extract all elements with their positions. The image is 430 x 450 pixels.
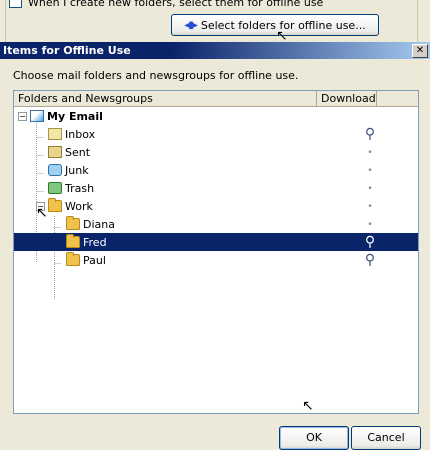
email-account-icon <box>30 110 44 122</box>
download-dot-icon[interactable]: • <box>360 215 380 233</box>
tree-row-diana[interactable]: Diana • <box>14 215 418 233</box>
tree-header: Folders and Newsgroups Download <box>14 91 418 107</box>
mouse-cursor-icon: ↖ <box>36 205 48 221</box>
trash-icon <box>48 182 62 194</box>
tree-row-trash[interactable]: Trash • <box>14 179 418 197</box>
tree-item-label: Junk <box>65 163 89 177</box>
download-pin-icon[interactable]: ⚲ <box>360 251 380 269</box>
tree-row-work[interactable]: − Work • <box>14 197 418 215</box>
sent-icon <box>48 146 62 158</box>
download-pin-icon[interactable]: ⚲ <box>360 125 380 143</box>
download-dot-icon[interactable]: • <box>360 143 380 161</box>
tree-item-label: Fred <box>83 235 107 249</box>
mouse-cursor-icon: ↖ <box>276 28 288 44</box>
mouse-cursor-icon: ↖ <box>302 398 314 414</box>
tree-node: Paul <box>54 251 106 269</box>
tree-node: Sent <box>36 143 90 161</box>
tree-node: Fred <box>54 233 107 251</box>
collapse-toggle-icon[interactable]: − <box>18 111 27 121</box>
folders-tree[interactable]: Folders and Newsgroups Download − My Emai… <box>13 90 419 414</box>
download-dot-icon[interactable]: • <box>360 179 380 197</box>
tree-node: Junk <box>36 161 89 179</box>
dialog-description: Choose mail folders and newsgroups for o… <box>13 69 299 82</box>
inbox-icon <box>48 128 62 140</box>
tree-node: − My Email <box>18 107 103 125</box>
tree-node: Inbox <box>36 125 95 143</box>
dialog-title: Items for Offline Use <box>3 44 131 57</box>
column-header-folders[interactable]: Folders and Newsgroups <box>14 91 317 106</box>
parent-dialog: When I create new folders, select them f… <box>0 0 430 42</box>
tree-row-sent[interactable]: Sent • <box>14 143 418 161</box>
ok-button[interactable]: OK <box>279 426 349 450</box>
tree-item-label: My Email <box>47 109 103 123</box>
new-folders-offline-checkbox[interactable] <box>9 0 22 8</box>
column-header-download[interactable]: Download <box>317 91 377 106</box>
dialog-titlebar[interactable]: Items for Offline Use ✕ <box>0 42 430 59</box>
tree-row-paul[interactable]: Paul ⚲ <box>14 251 418 269</box>
folder-icon <box>66 252 80 266</box>
tree-item-label: Paul <box>83 253 106 267</box>
folder-icon <box>66 234 80 248</box>
tree-item-label: Diana <box>83 217 115 231</box>
close-button[interactable]: ✕ <box>412 44 428 58</box>
tree-item-label: Trash <box>65 181 95 195</box>
parent-dialog-right-edge <box>417 0 430 42</box>
parent-dialog-left-edge <box>0 0 6 42</box>
tree-row-inbox[interactable]: Inbox ⚲ <box>14 125 418 143</box>
folder-icon <box>48 198 62 212</box>
offline-sync-icon: ◂▮▸ <box>184 19 198 31</box>
download-dot-icon[interactable]: • <box>360 197 380 215</box>
new-folders-offline-label: When I create new folders, select them f… <box>28 0 324 9</box>
tree-item-label: Sent <box>65 145 91 159</box>
tree-node: Trash <box>36 179 94 197</box>
cancel-button[interactable]: Cancel <box>351 426 421 450</box>
tree-node: Diana <box>54 215 115 233</box>
tree-item-label: Work <box>65 199 93 213</box>
download-dot-icon[interactable]: • <box>360 161 380 179</box>
select-folders-offline-button[interactable]: ◂▮▸ Select folders for offline use... <box>171 14 379 36</box>
close-icon: ✕ <box>415 45 425 56</box>
junk-icon <box>48 164 62 176</box>
tree-row-junk[interactable]: Junk • <box>14 161 418 179</box>
download-pin-icon[interactable]: ⚲ <box>360 233 380 251</box>
tree-item-label: Inbox <box>65 127 96 141</box>
folder-icon <box>66 216 80 230</box>
tree-row-fred[interactable]: Fred ⚲ <box>14 233 418 251</box>
items-offline-dialog: Items for Offline Use ✕ Choose mail fold… <box>0 42 430 450</box>
tree-row-my-email[interactable]: − My Email <box>14 107 418 125</box>
